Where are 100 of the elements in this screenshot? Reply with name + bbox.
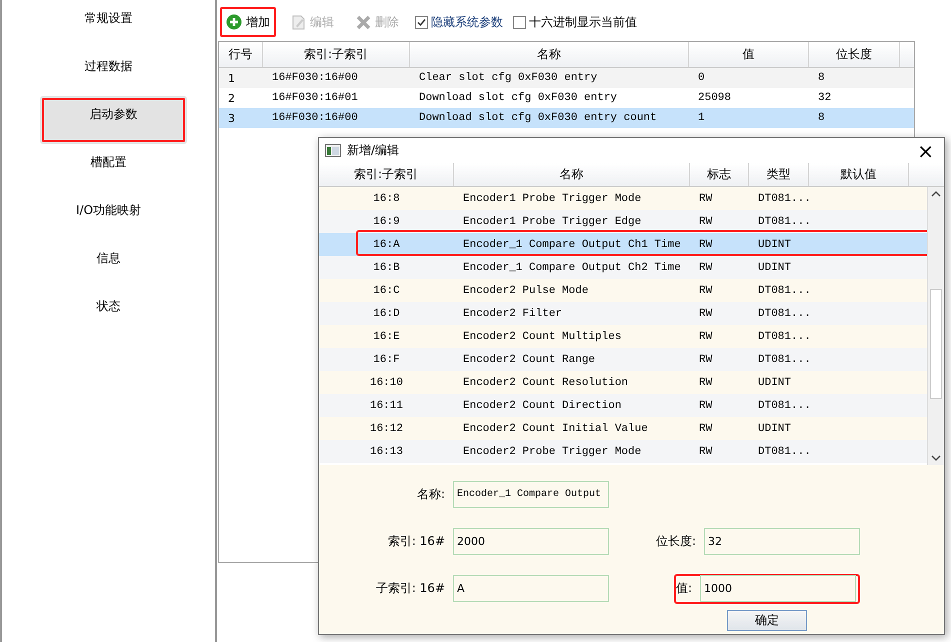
table-cell-text: 0	[697, 71, 706, 86]
table-cell-text: 8	[817, 71, 826, 86]
sidebar-item[interactable]: 状态	[2, 288, 215, 336]
column-header[interactable]: 索引:子索引	[263, 42, 410, 67]
column-header[interactable]: 标志	[690, 163, 749, 186]
sidebar-item[interactable]: 过程数据	[2, 48, 215, 96]
field-label: 名称:	[416, 486, 445, 502]
table-cell-text: 16:F	[372, 352, 401, 368]
table-cell-text: 16:D	[372, 306, 401, 322]
table-row[interactable]: 16:E Encoder2 Count Multiples RW DT081...	[319, 325, 927, 348]
table-row[interactable]: 16:8 Encoder1 Probe Trigger Mode RW DT081...	[319, 187, 927, 210]
column-header[interactable]: 位长度	[809, 42, 900, 67]
table-cell-text: Encoder2 Count Range	[462, 352, 596, 368]
window-title: 新增/编辑	[347, 142, 400, 159]
ok-button[interactable]: 确定	[727, 610, 807, 631]
checkbox-label: 十六进制显示当前值	[529, 14, 637, 30]
table-cell-text: DT081...	[757, 352, 809, 368]
field-label: 子索引: 16#	[376, 580, 445, 598]
input-field[interactable]: 2000	[453, 528, 609, 555]
table-cell-text: RW	[698, 422, 714, 436]
table-cell-text: RW	[698, 444, 714, 460]
input-field[interactable]: A	[453, 575, 609, 602]
column-header[interactable]: 名称	[410, 42, 689, 67]
table-cell-text: 1	[697, 111, 706, 126]
table-cell-text: Encoder_1 Compare Output Ch1 Time	[462, 238, 682, 252]
table-row[interactable]: 16:F Encoder2 Count Range RW DT081...	[319, 348, 927, 371]
sidebar-item[interactable]: 槽配置	[2, 144, 215, 192]
table-cell-text: Encoder_1 Compare Output Ch2 Time	[462, 260, 682, 276]
table-row[interactable]: 16:10 Encoder2 Count Resolution RW UDINT	[319, 371, 927, 394]
table-cell-text: 16:10	[368, 376, 404, 390]
table-cell-text: RW	[698, 398, 714, 414]
table-row[interactable]: 16:D Encoder2 Filter RW DT081...	[319, 302, 927, 325]
field-label: 索引: 16#	[388, 532, 445, 550]
table-cell-text: Encoder2 Pulse Mode	[462, 284, 590, 298]
column-header[interactable]: 索引:子索引	[319, 163, 454, 186]
table-cell-text: 16:9	[372, 214, 401, 230]
table-cell-text: 16:11	[368, 398, 404, 414]
table-row[interactable]: 16:13 Encoder2 Probe Trigger Mode RW DT081...	[319, 440, 927, 463]
table-cell-text: RW	[698, 330, 714, 344]
table-cell-text: 16:C	[372, 284, 401, 298]
field-label: 值:	[676, 580, 692, 598]
table-cell-text: Encoder2 Count Initial Value	[462, 422, 649, 436]
input-field[interactable]: 32	[704, 528, 860, 555]
table-cell-text: Encoder2 Count Direction	[462, 398, 622, 414]
table-cell-text: Encoder2 Probe Trigger Mode	[462, 444, 642, 460]
column-header[interactable]: 类型	[749, 163, 809, 186]
checkbox[interactable]	[513, 16, 526, 28]
table-cell-text: 32	[817, 91, 832, 106]
table-row[interactable]: 16:11 Encoder2 Count Direction RW DT081...	[319, 394, 927, 417]
column-header[interactable]: 名称	[454, 163, 690, 186]
table-cell-text: DT081...	[757, 398, 809, 414]
table-row[interactable]: 16:12 Encoder2 Count Initial Value RW UDINT	[319, 417, 927, 440]
table-cell-text: 16:13	[368, 444, 404, 460]
sidebar-item[interactable]: I/O功能映射	[2, 192, 215, 240]
table-cell-text: 8	[817, 111, 826, 126]
table-row[interactable]: 16:9 Encoder1 Probe Trigger Edge RW DT081...	[319, 210, 927, 233]
sidebar-item[interactable]: 常规设置	[2, 0, 215, 48]
table-cell-text: Download slot cfg 0xF030 entry count	[418, 111, 658, 126]
table-cell-text: RW	[698, 306, 714, 322]
checkbox[interactable]	[415, 16, 428, 28]
table-cell-text: 16:E	[372, 330, 401, 344]
x-icon	[356, 14, 371, 30]
input-field[interactable]: Encoder_1 Compare Output	[453, 480, 609, 508]
table-row[interactable]: 3 16#F030:16#00 Download slot cfg 0xF030 entry count 1 8	[219, 108, 914, 128]
add-button[interactable]: 增加	[220, 7, 276, 37]
table-cell-text: Encoder2 Count Resolution	[462, 376, 630, 390]
window-icon	[325, 144, 341, 157]
sidebar-item[interactable]: 启动参数	[40, 96, 187, 144]
table-row[interactable]: 16:C Encoder2 Pulse Mode RW DT081...	[319, 279, 927, 302]
table-cell-text: RW	[698, 214, 714, 230]
input-field[interactable]: 1000	[700, 575, 856, 602]
pencil-icon	[292, 14, 306, 30]
table-row[interactable]: 16:B Encoder_1 Compare Output Ch2 Time RW UDINT	[319, 256, 927, 279]
column-header[interactable]: 默认值	[809, 163, 909, 186]
checkbox-label: 隐藏系统参数	[431, 14, 503, 30]
plus-icon	[226, 14, 242, 30]
table-row[interactable]: 16:A Encoder_1 Compare Output Ch1 Time RW UDINT	[319, 233, 927, 256]
scrollbar[interactable]	[927, 187, 944, 465]
column-header[interactable]: 值	[689, 42, 809, 67]
table-row[interactable]: 1 16#F030:16#00 Clear slot cfg 0xF030 entry 0 8	[219, 68, 914, 88]
sidebar-item[interactable]: 信息	[2, 240, 215, 288]
table-cell-text: Download slot cfg 0xF030 entry	[418, 91, 618, 106]
table-cell-text: RW	[698, 238, 714, 252]
table-cell-text: 16:8	[372, 192, 401, 206]
table-cell-text: 3	[227, 110, 236, 126]
table-cell-text: Clear slot cfg 0xF030 entry	[418, 71, 598, 86]
table-cell-text: 16:B	[372, 260, 401, 276]
table-cell-text: 16#F030:16#01	[271, 91, 359, 106]
table-cell-text: DT081...	[757, 306, 809, 322]
table-cell-text: UDINT	[757, 238, 792, 252]
column-header[interactable]: 行号	[219, 42, 263, 67]
table-cell-text: RW	[698, 260, 714, 276]
table-cell-text: 1	[227, 70, 236, 86]
table-cell-text: RW	[698, 352, 714, 368]
close-button[interactable]: ×	[913, 140, 938, 160]
table-cell-text: UDINT	[757, 376, 792, 390]
table-cell-text: UDINT	[757, 422, 792, 436]
table-cell-text: 16:12	[368, 422, 404, 436]
table-cell-text: DT081...	[757, 192, 809, 206]
table-cell-text: UDINT	[757, 260, 792, 276]
